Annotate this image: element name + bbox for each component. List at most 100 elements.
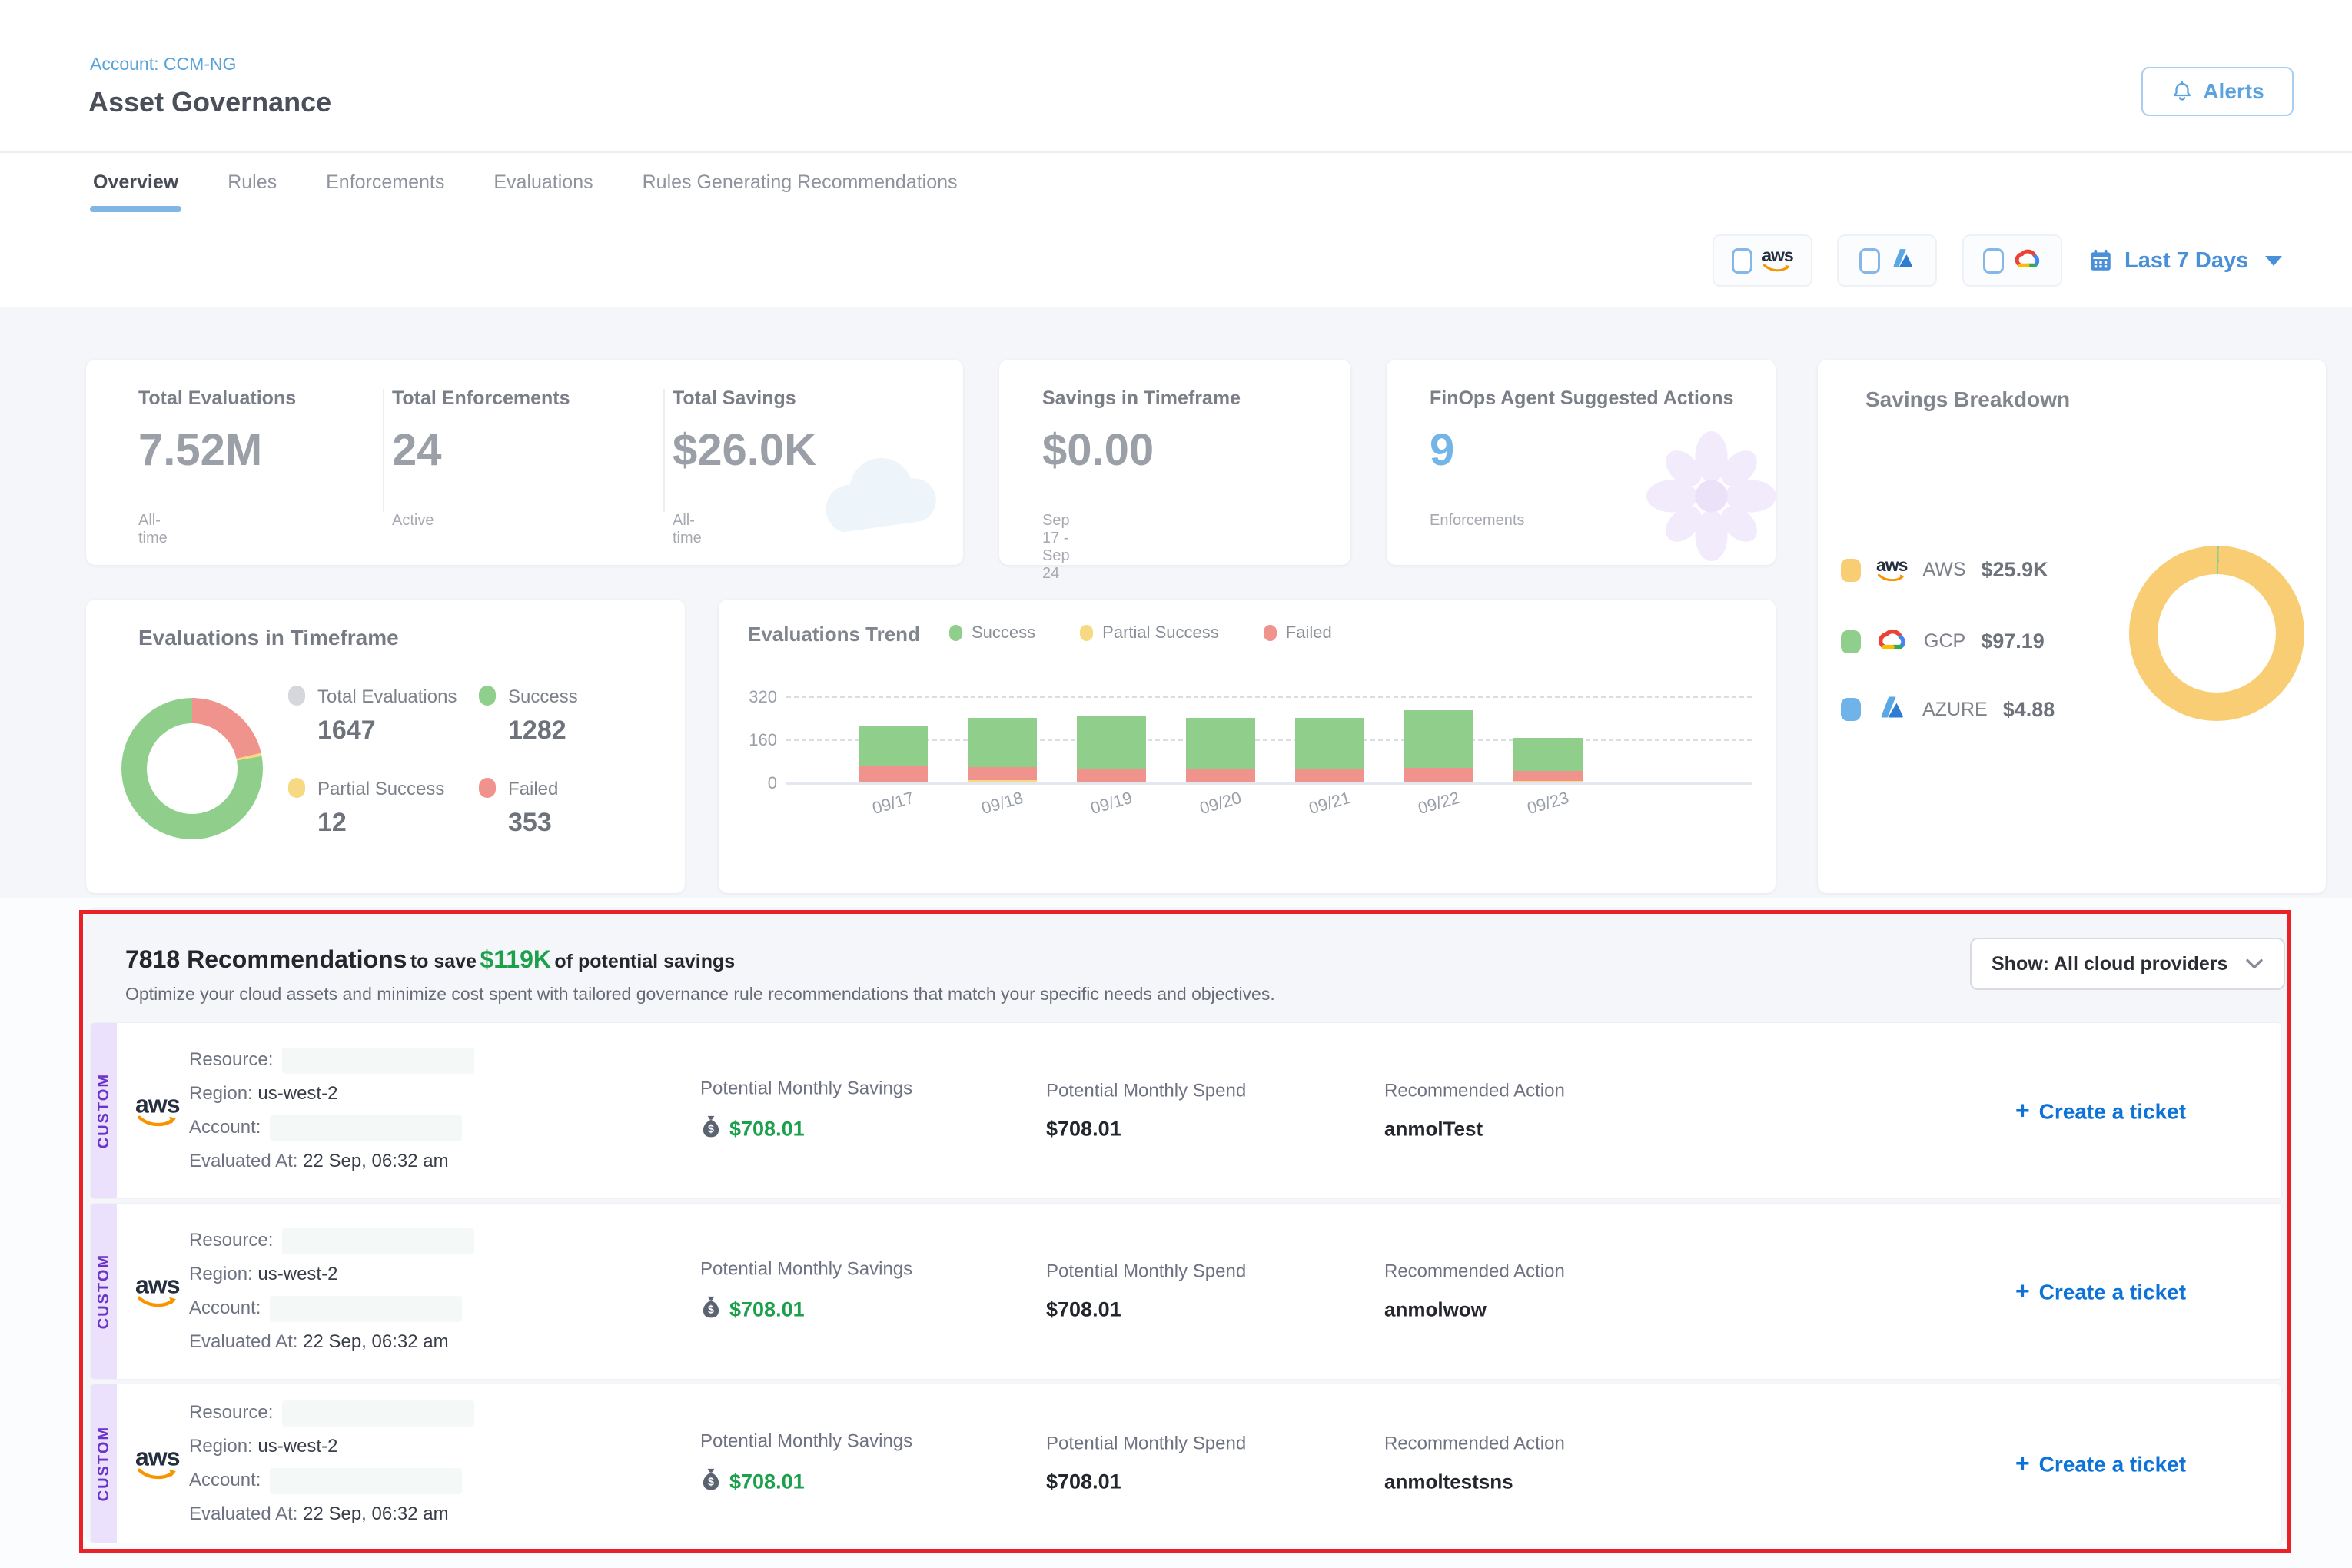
money-bag-icon: $	[700, 1468, 722, 1491]
recommendations-title: 7818 Recommendations to save $119K of po…	[125, 945, 735, 974]
custom-rule-badge: CUSTOM	[91, 1384, 117, 1543]
provider-name: AWS	[1922, 559, 1965, 581]
stat-label: Total Savings	[673, 387, 796, 410]
date-range-selector[interactable]: Last 7 Days	[2088, 234, 2282, 287]
account-breadcrumb-link[interactable]: Account: CCM-NG	[90, 54, 236, 75]
action-value: anmoltestsns	[1384, 1470, 1565, 1494]
alerts-button-label: Alerts	[2203, 79, 2264, 104]
provider-savings: $4.88	[2003, 698, 2055, 722]
date-range-label: Last 7 Days	[2124, 248, 2248, 274]
bar-segment-success	[1077, 716, 1146, 769]
bar-segment-success	[1295, 718, 1364, 769]
trend-bar-09/20: 09/20	[1186, 718, 1255, 782]
recommendations-panel: 7818 Recommendations to save $119K of po…	[85, 907, 2287, 1543]
provider-filter-azure[interactable]	[1837, 234, 1937, 287]
potential-monthly-savings: Potential Monthly Savings $ $708.01	[700, 1078, 912, 1144]
custom-rule-badge: CUSTOM	[91, 1023, 117, 1198]
cloud-provider-filter-dropdown[interactable]: Show: All cloud providers	[1970, 938, 2285, 990]
stat-value: $26.0K	[673, 424, 816, 476]
spend-value: $708.01	[1046, 1118, 1246, 1141]
bar-segment-success	[859, 726, 928, 766]
stat-value: 7.52M	[138, 424, 262, 476]
trend-legend-success: Success	[949, 623, 1035, 643]
trend-bars: 09/1709/1809/1909/2009/2109/2209/23	[859, 667, 1583, 782]
resource-label: Resource:	[189, 1402, 273, 1423]
trend-bar-09/21: 09/21	[1295, 718, 1364, 782]
legend-partial-success: Partial Success 12	[288, 778, 444, 838]
azure-logo	[1876, 695, 1907, 720]
legend-swatch	[288, 778, 305, 798]
provider-savings: $97.19	[1981, 630, 2045, 653]
provider-filter-aws[interactable]: aws	[1713, 234, 1812, 287]
tab-evaluations[interactable]: Evaluations	[490, 154, 596, 211]
stat-subtext: Enforcements	[1430, 512, 1524, 530]
plus-icon: +	[2015, 1277, 2030, 1305]
alerts-button[interactable]: Alerts	[2141, 67, 2294, 116]
legend-value: 1282	[508, 716, 578, 746]
recommendation-row[interactable]: CUSTOM aws Resource: Region: us-west-2 A…	[90, 1203, 2282, 1380]
aws-logo: aws	[1762, 249, 1792, 272]
cloud-watermark	[809, 444, 955, 552]
custom-rule-badge: CUSTOM	[91, 1204, 117, 1379]
evaluations-trend-card: Evaluations Trend Success Partial Succes…	[719, 600, 1776, 893]
finops-agent-card: FinOps Agent Suggested Actions 9 Enforce…	[1387, 360, 1776, 565]
recommendations-section: 7818 Recommendations to save $119K of po…	[0, 898, 2352, 1568]
y-axis-tick: 160	[733, 730, 777, 750]
recommended-action: Recommended Action anmoltestsns	[1384, 1433, 1565, 1494]
recommended-action: Recommended Action anmolTest	[1384, 1081, 1565, 1141]
create-ticket-button[interactable]: +Create a ticket	[1920, 1097, 2281, 1125]
x-axis-tick: 09/22	[1403, 784, 1475, 822]
region-label: Region:	[189, 1083, 253, 1104]
legend-value: 1647	[317, 716, 457, 746]
redacted-account-value	[270, 1115, 462, 1141]
evaluations-donut-chart	[121, 698, 263, 839]
gcp-logo	[2013, 247, 2042, 270]
x-axis-tick: 09/23	[1512, 784, 1584, 822]
stat-label: Savings in Timeframe	[1042, 387, 1241, 410]
evaluated-at-label: Evaluated At:	[189, 1331, 297, 1352]
x-axis-tick: 09/18	[966, 784, 1038, 822]
evaluated-at-value: 22 Sep, 06:32 am	[303, 1331, 448, 1352]
resource-details: Resource: Region: us-west-2 Account: Eva…	[189, 1224, 474, 1359]
legend-total-evaluations: Total Evaluations 1647	[288, 686, 457, 746]
recommendations-count: 7818 Recommendations	[125, 945, 407, 973]
provider-filter-gcp[interactable]	[1962, 234, 2062, 287]
resource-label: Resource:	[189, 1049, 273, 1070]
savings-breakdown-item-gcp: GCP $97.19	[1841, 627, 2045, 656]
azure-checkbox[interactable]	[1859, 248, 1880, 274]
potential-savings-amount: $119K	[480, 945, 551, 973]
account-label: Account:	[189, 1117, 261, 1138]
create-ticket-button[interactable]: +Create a ticket	[1920, 1277, 2281, 1306]
evaluated-at-label: Evaluated At:	[189, 1503, 297, 1524]
bar-segment-failed	[1186, 769, 1255, 783]
savings-breakdown-card: Savings Breakdown aws AWS $25.9K GCP $97…	[1818, 360, 2326, 893]
gcp-checkbox[interactable]	[1983, 248, 2004, 274]
create-ticket-button[interactable]: +Create a ticket	[1920, 1450, 2281, 1478]
x-axis-tick: 09/19	[1075, 784, 1148, 822]
tab-overview[interactable]: Overview	[90, 154, 181, 211]
savings-in-timeframe-card: Savings in Timeframe $0.00 Sep 17 - Sep …	[999, 360, 1350, 565]
stat-value: 24	[392, 424, 442, 476]
y-axis-tick: 320	[733, 687, 777, 707]
recommendation-row[interactable]: CUSTOM aws Resource: Region: us-west-2 A…	[90, 1384, 2282, 1543]
evaluated-at-label: Evaluated At:	[189, 1151, 297, 1171]
stat-subtext: All-time	[673, 512, 702, 547]
aws-checkbox[interactable]	[1732, 248, 1752, 274]
bar-segment-failed	[968, 767, 1037, 780]
bar-segment-success	[968, 718, 1037, 767]
azure-logo	[1889, 247, 1915, 269]
savings-value: $708.01	[729, 1298, 805, 1322]
redacted-resource-value	[282, 1228, 474, 1254]
tab-rules-generating-recommendations[interactable]: Rules Generating Recommendations	[639, 154, 961, 211]
potential-monthly-spend: Potential Monthly Spend $708.01	[1046, 1261, 1246, 1322]
trend-legend-failed: Failed	[1264, 623, 1332, 643]
tab-enforcements[interactable]: Enforcements	[323, 154, 447, 211]
evaluations-in-timeframe-card: Evaluations in Timeframe Total Evaluatio…	[86, 600, 685, 893]
aws-logo: aws	[135, 1095, 179, 1126]
region-label: Region:	[189, 1264, 253, 1284]
stat-subtext: Active	[392, 512, 434, 530]
tab-rules[interactable]: Rules	[224, 154, 280, 211]
recommendation-row[interactable]: CUSTOM aws Resource: Region: us-west-2 A…	[90, 1022, 2282, 1199]
trend-bar-09/19: 09/19	[1077, 716, 1146, 782]
totals-card: Total Evaluations 7.52M All-time Total E…	[86, 360, 963, 565]
